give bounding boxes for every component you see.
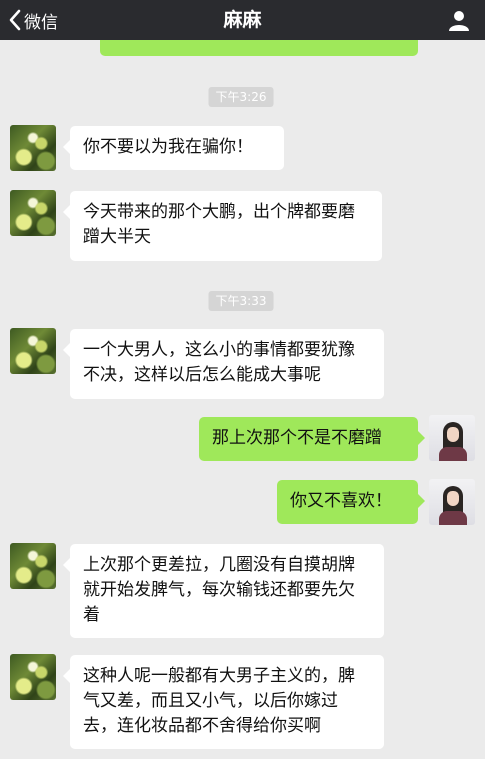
avatar-face xyxy=(447,427,459,442)
message-bubble[interactable]: 上次那个更差拉，几圈没有自摸胡牌就开始发脾气，每次输钱还都要先欠着 xyxy=(63,544,384,638)
contact-avatar[interactable] xyxy=(10,654,56,700)
contact-avatar[interactable] xyxy=(10,543,56,589)
chat-title: 麻麻 xyxy=(223,9,262,31)
previous-message-bubble xyxy=(100,40,418,56)
profile-button[interactable] xyxy=(447,8,471,32)
message-bubble[interactable]: 那上次那个不是不磨蹭 xyxy=(199,417,425,461)
timestamp: 下午3:26 xyxy=(208,87,274,107)
contact-avatar[interactable] xyxy=(10,190,56,236)
chat-area[interactable]: 下午3:26 你不要以为我在骗你！ 今天带来的那个大鹏，出个牌都要磨蹭大半天 下… xyxy=(0,40,485,759)
my-avatar[interactable] xyxy=(429,479,475,525)
message-bubble[interactable]: 一个大男人，这么小的事情都要犹豫不决，这样以后怎么能成大事呢 xyxy=(63,329,384,399)
message-bubble[interactable]: 这种人呢一般都有大男子主义的，脾气又差，而且又小气，以后你嫁过去，连化妆品都不舍… xyxy=(63,655,384,749)
person-icon xyxy=(449,11,469,31)
message-bubble[interactable]: 你不要以为我在骗你！ xyxy=(63,126,284,170)
avatar-face xyxy=(447,491,459,506)
nav-bar: 微信 麻麻 xyxy=(0,0,485,40)
my-avatar[interactable] xyxy=(429,415,475,461)
message-bubble[interactable]: 今天带来的那个大鹏，出个牌都要磨蹭大半天 xyxy=(63,191,382,261)
contact-avatar[interactable] xyxy=(10,125,56,171)
avatar-shirt xyxy=(439,511,467,525)
timestamp: 下午3:33 xyxy=(208,291,274,311)
contact-avatar[interactable] xyxy=(10,328,56,374)
message-bubble[interactable]: 你又不喜欢！ xyxy=(277,480,425,524)
avatar-shirt xyxy=(439,447,467,461)
